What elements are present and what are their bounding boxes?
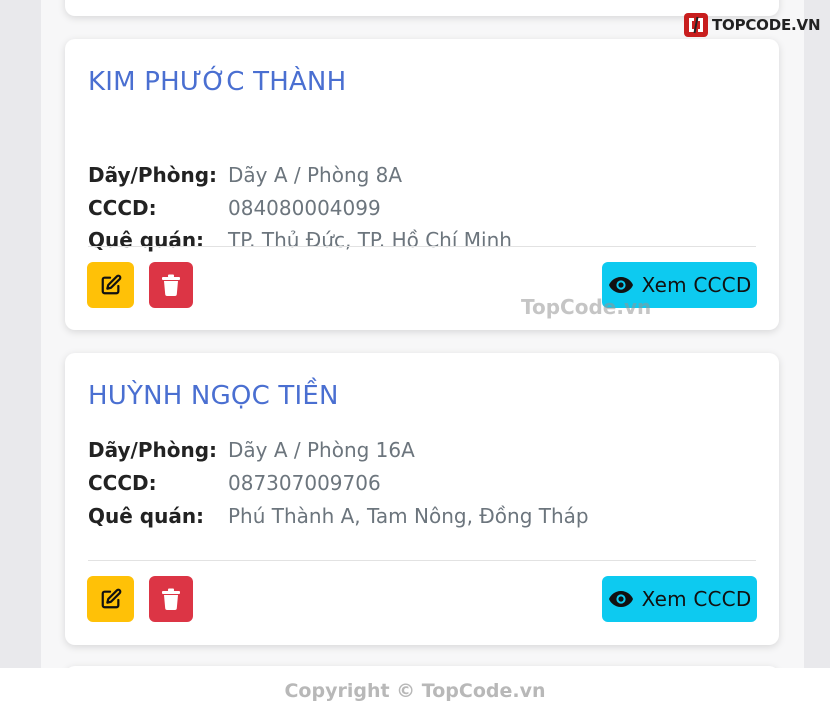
- view-id-card-button[interactable]: Xem CCCD: [602, 576, 757, 622]
- delete-button[interactable]: [149, 262, 193, 308]
- footer-copyright: Copyright © TopCode.vn: [284, 680, 546, 702]
- id-card-value: 087307009706: [228, 471, 381, 495]
- eye-icon: [608, 276, 634, 294]
- pencil-square-icon: [100, 274, 122, 296]
- id-card-label: CCCD:: [88, 196, 157, 220]
- trash-icon: [161, 274, 181, 296]
- tenant-card: HUỲNH NGỌC TIỀN Dãy/Phòng: Dãy A / Phòng …: [65, 353, 779, 645]
- trash-icon: [161, 588, 181, 610]
- topcode-logo-icon: [683, 12, 709, 38]
- watermark: TopCode.vn: [521, 295, 652, 319]
- view-id-card-label: Xem CCCD: [641, 273, 752, 297]
- room-row: Dãy/Phòng: Dãy A / Phòng 8A: [88, 160, 402, 190]
- tenant-name: KIM PHƯỚC THÀNH: [88, 67, 347, 97]
- brand-logo: TOPCODE.VN: [683, 11, 820, 39]
- card-divider: [88, 560, 756, 561]
- brand-logo-text: TOPCODE.VN: [712, 16, 821, 34]
- tenant-card-previous: [65, 0, 779, 16]
- hometown-label: Quê quán:: [88, 228, 205, 252]
- hometown-label: Quê quán:: [88, 504, 205, 528]
- room-label: Dãy/Phòng:: [88, 163, 218, 187]
- footer: Copyright © TopCode.vn: [0, 668, 830, 728]
- hometown-value: TP. Thủ Đức, TP. Hồ Chí Minh: [228, 228, 512, 252]
- room-value: Dãy A / Phòng 16A: [228, 438, 415, 462]
- edit-button[interactable]: [87, 262, 134, 308]
- room-value: Dãy A / Phòng 8A: [228, 163, 403, 187]
- pencil-square-icon: [100, 588, 122, 610]
- tenant-card: KIM PHƯỚC THÀNH Dãy/Phòng: Dãy A / Phòng …: [65, 39, 779, 330]
- hometown-row: Quê quán: Phú Thành A, Tam Nông, Đồng Thá…: [88, 501, 589, 531]
- hometown-row: Quê quán: TP. Thủ Đức, TP. Hồ Chí Minh: [88, 225, 512, 255]
- id-card-label: CCCD:: [88, 471, 157, 495]
- tenant-name: HUỲNH NGỌC TIỀN: [88, 381, 339, 411]
- room-row: Dãy/Phòng: Dãy A / Phòng 16A: [88, 435, 415, 465]
- delete-button[interactable]: [149, 576, 193, 622]
- eye-icon: [608, 590, 634, 608]
- id-card-row: CCCD: 087307009706: [88, 468, 381, 498]
- edit-button[interactable]: [87, 576, 134, 622]
- view-id-card-label: Xem CCCD: [641, 587, 752, 611]
- room-label: Dãy/Phòng:: [88, 438, 218, 462]
- hometown-value: Phú Thành A, Tam Nông, Đồng Tháp: [228, 504, 589, 528]
- id-card-row: CCCD: 084080004099: [88, 193, 381, 223]
- id-card-value: 084080004099: [228, 196, 381, 220]
- card-divider: [88, 246, 756, 247]
